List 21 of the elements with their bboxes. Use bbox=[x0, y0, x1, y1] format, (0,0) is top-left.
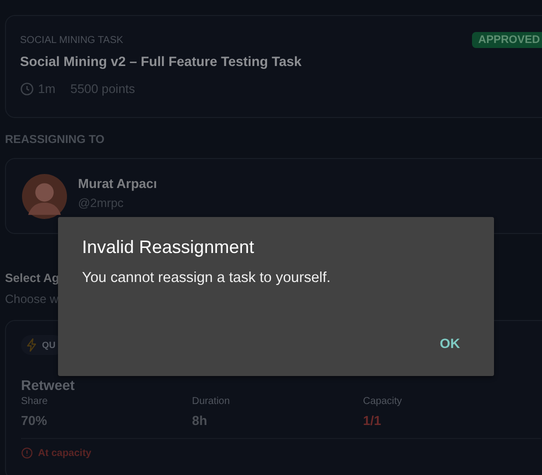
status-badge: APPROVED bbox=[472, 32, 542, 48]
task-title: Social Mining v2 – Full Feature Testing Task bbox=[20, 54, 303, 69]
lightning-icon bbox=[25, 338, 39, 352]
ok-button[interactable]: OK bbox=[422, 330, 478, 357]
stat-value: 70% bbox=[21, 413, 48, 428]
alert-icon bbox=[21, 447, 33, 459]
clock-icon bbox=[20, 82, 34, 96]
stat-label: Duration bbox=[192, 396, 231, 407]
stat-value: 8h bbox=[192, 413, 208, 428]
agent-name: Retweet bbox=[21, 377, 76, 393]
warning-text: At capacity bbox=[38, 448, 92, 458]
section-heading: REASSIGNING TO bbox=[5, 134, 106, 146]
dialog-message: You cannot reassign a task to yourself. bbox=[82, 270, 332, 286]
stat-label: Share bbox=[21, 396, 49, 407]
badge-label: QU bbox=[42, 340, 56, 350]
stat-label: Capacity bbox=[363, 396, 403, 407]
task-category: SOCIAL MINING TASK bbox=[20, 34, 124, 46]
dialog-title: Invalid Reassignment bbox=[82, 237, 256, 258]
user-name: Murat Arpacı bbox=[78, 176, 157, 191]
stat-value: 1/1 bbox=[363, 413, 382, 428]
avatar bbox=[22, 174, 67, 218]
